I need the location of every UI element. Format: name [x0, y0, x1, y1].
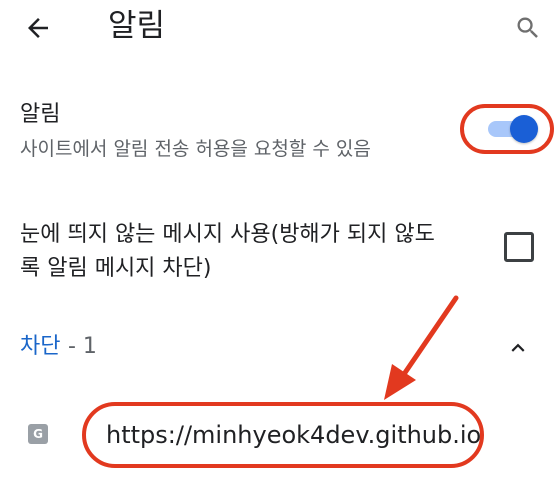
arrow-left-icon: [28, 18, 48, 38]
notification-settings-screen: 알림 알림 사이트에서 알림 전송 허용을 요청할 수 있음 눈에 띄지 않는 …: [0, 0, 560, 482]
notifications-toggle[interactable]: [460, 104, 554, 154]
quiet-messages-checkbox[interactable]: [504, 232, 534, 262]
app-bar: 알림: [0, 0, 560, 56]
blocked-site-row[interactable]: G https://minhyeok4dev.github.io: [0, 400, 560, 470]
annotation-arrow-icon: [384, 295, 459, 400]
search-button[interactable]: [508, 8, 548, 48]
back-button[interactable]: [18, 8, 58, 48]
blocked-label: 차단: [20, 334, 61, 359]
notifications-title: 알림: [20, 102, 61, 127]
blocked-section-header[interactable]: 차단 - 1: [0, 326, 560, 370]
notifications-toggle-row[interactable]: 알림 사이트에서 알림 전송 허용을 요청할 수 있음: [0, 86, 560, 176]
toggle-thumb: [510, 115, 538, 143]
page-title: 알림: [108, 8, 166, 44]
chevron-up-icon[interactable]: [504, 334, 532, 362]
search-icon: [517, 17, 538, 38]
quiet-messages-row[interactable]: 눈에 띄지 않는 메시지 사용(방해가 되지 않도록 알림 메시지 차단): [0, 210, 560, 290]
site-favicon: G: [28, 424, 48, 444]
notifications-summary: 사이트에서 알림 전송 허용을 요청할 수 있음: [20, 138, 371, 160]
quiet-messages-label: 눈에 띄지 않는 메시지 사용(방해가 되지 않도록 알림 메시지 차단): [20, 222, 435, 281]
blocked-count: - 1: [68, 334, 97, 359]
site-url: https://minhyeok4dev.github.io: [106, 421, 482, 449]
